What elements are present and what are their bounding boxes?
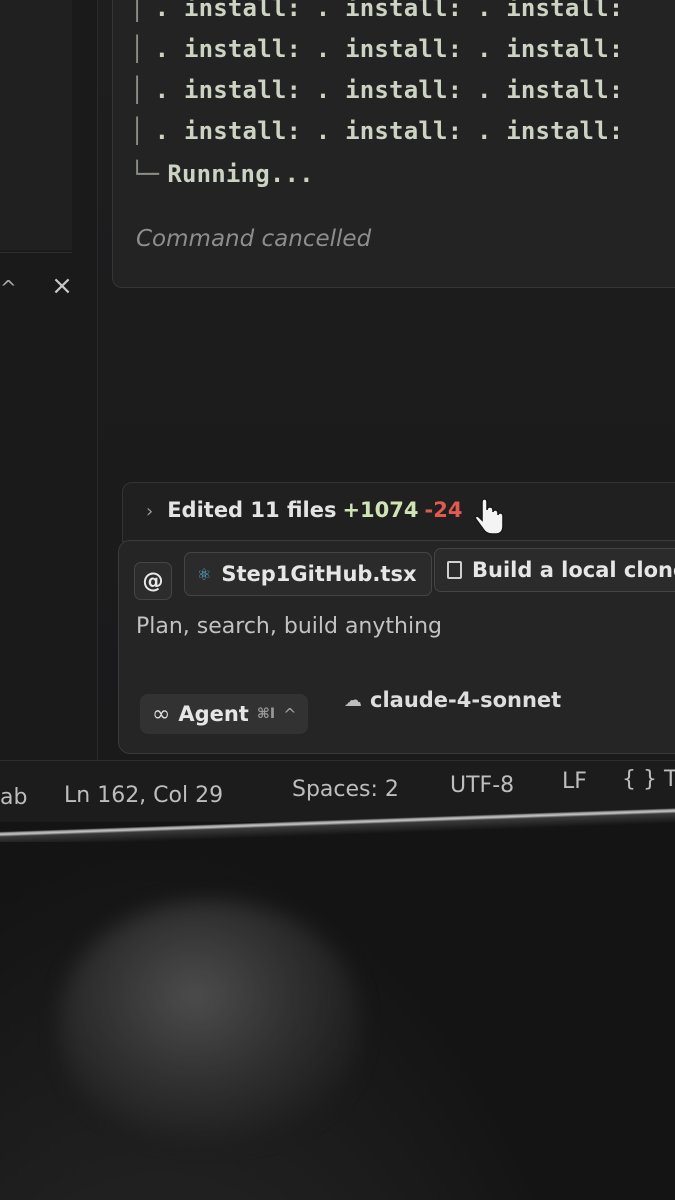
edited-files-label: Edited 11 files: [167, 498, 337, 522]
editor-sidebar-strip: [0, 0, 98, 778]
react-icon: ⚛: [197, 564, 212, 584]
terminal-line: │. install: . install: . install:: [130, 76, 624, 104]
status-spaces[interactable]: Spaces: 2: [292, 777, 399, 802]
close-icon[interactable]: ×: [46, 270, 78, 302]
model-label: claude-4-sonnet: [370, 688, 562, 712]
agent-mode-label: Agent: [178, 702, 249, 726]
terminal-line: │. install: . install: . install:: [130, 0, 624, 22]
status-language[interactable]: { } T: [622, 767, 675, 792]
status-cursor-position[interactable]: Ln 162, Col 29: [64, 783, 223, 808]
context-doc-chip[interactable]: Build a local clone: [434, 548, 675, 592]
edited-files-summary[interactable]: › Edited 11 files +1074 -24: [146, 492, 462, 528]
status-indentation[interactable]: ab: [0, 785, 27, 810]
editor-pane-top: [0, 0, 72, 250]
pane-divider: [0, 252, 72, 253]
chevron-right-icon: ›: [146, 501, 154, 522]
terminal-output: │. install: . install: . install: │. ins…: [130, 0, 623, 196]
context-file-chip[interactable]: ⚛ Step1GitHub.tsx: [184, 552, 432, 596]
agent-mode-selector[interactable]: ∞ Agent ⌘I ^: [140, 694, 309, 734]
agent-shortcut: ⌘I: [256, 706, 276, 722]
blurred-object: [60, 900, 360, 1140]
brain-icon: ☁: [344, 689, 362, 711]
lines-added: +1074: [342, 498, 419, 522]
terminal-line: │. install: . install: . install:: [130, 35, 624, 63]
ide-screen: ^ × │. install: . install: . install: │.…: [0, 0, 675, 822]
status-line-ending[interactable]: LF: [562, 769, 587, 794]
chevron-up-icon: ^: [283, 704, 297, 724]
terminal-line: │. install: . install: . install:: [130, 117, 624, 145]
status-bar: ab Ln 162, Col 29 Spaces: 2 UTF-8 LF { }…: [0, 760, 675, 822]
collapse-caret-icon[interactable]: ^: [0, 276, 17, 300]
prompt-input[interactable]: [136, 606, 666, 646]
lines-removed: -24: [424, 498, 463, 522]
context-doc-name: Build a local clone: [472, 558, 675, 582]
model-selector[interactable]: ☁ claude-4-sonnet: [344, 680, 561, 720]
document-icon: [447, 561, 462, 579]
infinity-icon: ∞: [152, 701, 171, 727]
mention-button[interactable]: @: [134, 562, 172, 600]
status-encoding[interactable]: UTF-8: [450, 773, 514, 798]
pointer-hand-icon: [474, 498, 504, 535]
command-status: Command cancelled: [136, 226, 372, 252]
context-file-name: Step1GitHub.tsx: [221, 562, 417, 586]
terminal-running-line: └─ Running...: [130, 160, 314, 188]
